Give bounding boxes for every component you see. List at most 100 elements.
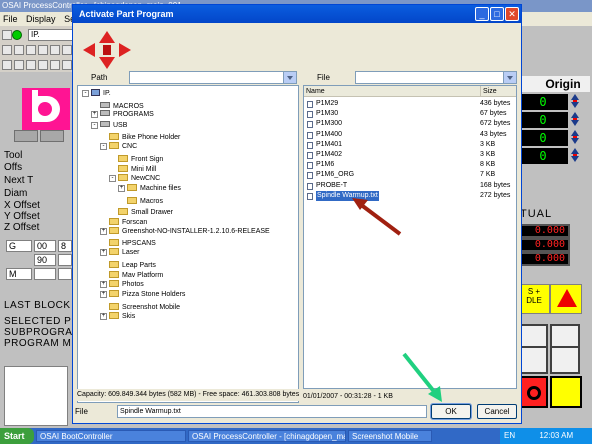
file-row[interactable]: P1M402 3 KB <box>304 150 516 160</box>
drive-icon <box>100 101 110 108</box>
file-row[interactable]: P1M29 436 bytes <box>304 99 516 109</box>
toolbar-button[interactable] <box>38 45 48 55</box>
fast-forward-button[interactable] <box>550 346 580 374</box>
tree-node[interactable]: + Photos <box>100 279 144 290</box>
expand-icon[interactable]: + <box>100 312 107 320</box>
toolbar-button[interactable] <box>2 45 12 55</box>
file-row[interactable]: P1M6 8 KB <box>304 160 516 170</box>
tree-node[interactable]: Leap Parts <box>100 259 156 269</box>
cancel-button[interactable]: Cancel <box>477 404 517 419</box>
expand-icon[interactable]: + <box>91 111 98 119</box>
tree-node[interactable]: + Machine files <box>118 184 181 194</box>
feed-hold-button[interactable] <box>550 376 582 408</box>
actual-label: TUAL <box>520 208 553 220</box>
expand-icon[interactable]: + <box>118 185 125 193</box>
file-row[interactable]: P1M300 672 bytes <box>304 119 516 129</box>
tree-node[interactable]: Bike Phone Holder <box>100 131 180 141</box>
toolbar-button[interactable] <box>2 30 12 40</box>
tree-node[interactable]: + PROGRAMS <box>91 110 154 120</box>
toolbar-button[interactable] <box>50 60 60 70</box>
tree-node[interactable]: + Pizza Stone Holders <box>100 290 185 300</box>
expand-icon[interactable]: + <box>100 249 107 256</box>
tree-node[interactable]: Screenshot Mobile <box>100 301 180 311</box>
toolbar-button[interactable] <box>38 60 48 70</box>
toolbar-button[interactable] <box>62 60 72 70</box>
column-name[interactable]: Name <box>306 86 325 97</box>
file-row[interactable]: P1M30 67 bytes <box>304 109 516 119</box>
tree-node[interactable]: + Skis <box>100 311 135 322</box>
tree-node[interactable]: - NewCNC <box>109 173 160 184</box>
maximize-button[interactable]: □ <box>490 7 504 21</box>
toolbar-button[interactable] <box>14 60 24 70</box>
toolbar-button[interactable] <box>50 45 60 55</box>
tree-node[interactable]: MACROS <box>91 100 144 110</box>
file-row[interactable]: P1M401 3 KB <box>304 140 516 150</box>
jog-arrows-icon[interactable] <box>570 148 580 164</box>
tree-node[interactable]: + Greenshot-NO-INSTALLER-1.2.10.6-RELEASE <box>100 226 270 237</box>
file-row[interactable]: P1M400 43 bytes <box>304 130 516 140</box>
taskbar-item[interactable]: OSAI BootController <box>36 430 186 442</box>
file-row[interactable]: P1M6_ORG 7 KB <box>304 170 516 180</box>
warning-button[interactable] <box>550 284 582 314</box>
tree-node[interactable]: - USB <box>91 120 127 131</box>
path-combo[interactable] <box>129 71 297 84</box>
tree-node[interactable]: Small Drawer <box>109 206 173 216</box>
menu-display[interactable]: Display <box>23 12 59 26</box>
file-list[interactable]: Name Size P1M29 436 bytes P1M30 67 bytes P1M… <box>303 85 517 389</box>
minimize-button[interactable]: _ <box>475 7 489 21</box>
folder-icon <box>109 133 119 141</box>
tree-node[interactable]: Mav Platform <box>100 269 163 279</box>
controller-logo <box>22 88 70 130</box>
file-filter-combo[interactable] <box>355 71 517 84</box>
tree-node[interactable]: - IP. <box>82 89 111 99</box>
folder-icon <box>109 239 119 247</box>
taskbar-item[interactable]: OSAI ProcessController - [chinagdopen_ma… <box>188 430 346 442</box>
tree-node[interactable]: Forscan <box>100 216 147 226</box>
column-size[interactable]: Size <box>480 86 497 97</box>
file-size: 168 bytes <box>480 181 511 189</box>
ok-button[interactable]: OK <box>430 403 472 420</box>
program-view <box>4 366 68 426</box>
tree-node[interactable]: + Laser <box>100 248 140 258</box>
toolbar-button[interactable] <box>14 45 24 55</box>
nav-button[interactable] <box>518 346 548 374</box>
jog-arrows-icon[interactable] <box>570 130 580 146</box>
file-row[interactable]: PROBE-T 168 bytes <box>304 181 516 191</box>
spindle-plus-button[interactable]: S + DLE <box>518 284 550 314</box>
taskbar-item[interactable]: Screenshot Mobile <box>348 430 432 442</box>
tree-node[interactable]: Macros <box>118 195 163 205</box>
toolbar-button[interactable] <box>2 60 12 70</box>
file-row[interactable]: Spindle Warmup.txt 272 bytes <box>304 190 516 201</box>
toolbar-button[interactable] <box>26 45 36 55</box>
collapse-icon[interactable]: - <box>82 90 89 97</box>
collapse-icon[interactable]: - <box>91 121 98 129</box>
file-size: 7 KB <box>480 171 496 179</box>
folder-tree[interactable]: - IP. MACROS + PROGRAMS - USB Bike Phone Holder… <box>77 85 299 403</box>
tree-node[interactable]: - CNC <box>100 142 137 152</box>
menu-file[interactable]: File <box>0 12 21 26</box>
tree-node[interactable]: Mini Mill <box>109 163 156 173</box>
file-name: P1M6_ORG <box>316 171 355 179</box>
navigation-arrows-icon[interactable] <box>83 31 133 71</box>
toolbar-button[interactable] <box>26 60 36 70</box>
start-button[interactable]: Start <box>0 428 34 444</box>
close-button[interactable]: ✕ <box>505 7 519 21</box>
stop-button[interactable] <box>518 376 548 408</box>
tree-node[interactable]: Front Sign <box>109 153 163 163</box>
expand-icon[interactable]: + <box>100 280 107 288</box>
tree-node[interactable]: HPSCANS <box>100 237 156 247</box>
collapse-icon[interactable]: - <box>100 143 107 150</box>
file-icon <box>307 141 313 149</box>
tree-node-label: PROGRAMS <box>113 111 154 119</box>
collapse-icon[interactable]: - <box>109 174 116 182</box>
expand-icon[interactable]: + <box>100 227 107 235</box>
clock[interactable]: 12:03 AM <box>539 431 573 440</box>
expand-icon[interactable]: + <box>100 291 107 299</box>
toolbar-button[interactable] <box>62 45 72 55</box>
jog-arrows-icon[interactable] <box>570 94 580 110</box>
jog-arrows-icon[interactable] <box>570 112 580 128</box>
file-name-input[interactable]: Spindle Warmup.txt <box>117 405 427 418</box>
language-indicator[interactable]: EN <box>504 431 515 440</box>
